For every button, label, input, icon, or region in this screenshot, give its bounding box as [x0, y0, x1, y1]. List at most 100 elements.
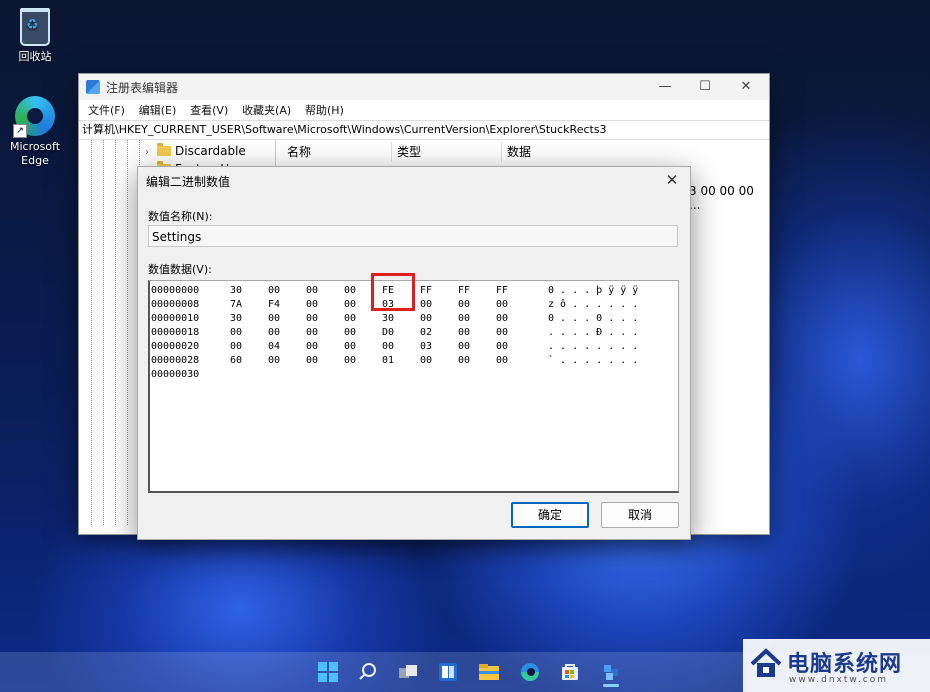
hex-byte[interactable]: 30	[382, 312, 394, 326]
hex-byte[interactable]: 00	[496, 312, 508, 326]
menu-edit[interactable]: 编辑(E)	[134, 100, 182, 120]
hex-byte[interactable]: 01	[382, 354, 394, 368]
hex-byte[interactable]: 00	[458, 326, 470, 340]
menu-file[interactable]: 文件(F)	[83, 100, 130, 120]
hex-byte[interactable]: 60	[230, 354, 242, 368]
hex-byte[interactable]: 00	[458, 354, 470, 368]
hex-offset: 00000010	[151, 313, 200, 324]
ok-button[interactable]: 确定	[511, 502, 589, 528]
hex-ascii: z ô . . . . . .	[548, 299, 639, 310]
hex-offset: 00000028	[151, 355, 200, 366]
hex-byte[interactable]: 00	[420, 354, 432, 368]
close-button[interactable]: ✕	[726, 76, 766, 98]
hex-offset: 00000000	[151, 285, 200, 296]
maximize-button[interactable]: ☐	[685, 76, 725, 98]
dialog-title: 编辑二进制数值	[146, 175, 231, 189]
value-name-field[interactable]: Settings	[148, 225, 678, 247]
hex-byte[interactable]: 00	[496, 298, 508, 312]
recycle-bin-icon	[20, 8, 50, 46]
hex-byte[interactable]: FF	[420, 284, 432, 298]
tree-guide-line	[127, 140, 128, 525]
highlight-box	[371, 273, 415, 311]
hex-byte[interactable]: 03	[420, 340, 432, 354]
hex-byte[interactable]: 00	[268, 284, 280, 298]
file-explorer-icon[interactable]	[478, 662, 499, 682]
start-icon[interactable]	[318, 662, 338, 682]
hex-byte[interactable]: 7A	[230, 298, 242, 312]
hex-byte[interactable]: 00	[306, 326, 318, 340]
edge-icon[interactable]	[520, 662, 540, 682]
hex-byte[interactable]: 00	[306, 340, 318, 354]
hex-byte[interactable]: 00	[230, 326, 242, 340]
hex-byte[interactable]: 02	[420, 326, 432, 340]
hex-byte[interactable]: FF	[458, 284, 470, 298]
folder-icon	[157, 143, 171, 156]
hex-byte[interactable]: 00	[344, 312, 356, 326]
hex-byte[interactable]: 30	[230, 284, 242, 298]
search-icon[interactable]	[358, 662, 378, 682]
hex-byte[interactable]: 00	[458, 298, 470, 312]
hex-byte[interactable]: 00	[344, 298, 356, 312]
hex-editor[interactable]: 00000000 30 00 00 00 FE FF FF FF 0 . . . þ ÿ ÿ ÿ0…	[148, 280, 679, 493]
hex-byte[interactable]: 00	[496, 354, 508, 368]
hex-byte[interactable]: 00	[496, 326, 508, 340]
hex-ascii: ` . . . . . . .	[548, 355, 639, 366]
hex-byte[interactable]: 00	[268, 354, 280, 368]
edit-binary-value-dialog: 编辑二进制数值 ✕ 数值名称(N): Settings 数值数据(V): 000…	[137, 166, 691, 540]
address-bar[interactable]: 计算机\HKEY_CURRENT_USER\Software\Microsoft…	[79, 120, 769, 140]
tree-item-label: Discardable	[175, 144, 246, 158]
menu-help[interactable]: 帮助(H)	[300, 100, 349, 120]
cancel-button[interactable]: 取消	[601, 502, 679, 528]
desktop-icon-recycle-bin[interactable]: 回收站	[5, 8, 65, 64]
hex-byte[interactable]: 00	[420, 298, 432, 312]
hex-byte[interactable]: 00	[458, 312, 470, 326]
desktop-icon-edge[interactable]: ↗ Microsoft Edge	[5, 96, 65, 168]
value-list-header: 名称 类型 数据	[279, 142, 767, 162]
hex-byte[interactable]: 00	[496, 340, 508, 354]
hex-byte[interactable]: 00	[268, 312, 280, 326]
column-header-data[interactable]: 数据	[499, 142, 747, 162]
desktop-icon-label: 回收站	[18, 50, 52, 63]
column-header-type[interactable]: 类型	[389, 142, 502, 162]
tree-guide-line	[103, 140, 104, 525]
hex-byte[interactable]: 00	[268, 326, 280, 340]
tree-item-discardable[interactable]: › Discardable	[145, 142, 246, 160]
hex-byte[interactable]: 00	[344, 326, 356, 340]
value-name-label: 数值名称(N):	[148, 210, 213, 223]
value-data-label: 数值数据(V):	[148, 263, 212, 276]
regedit-icon[interactable]	[601, 662, 621, 682]
hex-byte[interactable]: 00	[458, 340, 470, 354]
hex-byte[interactable]: 00	[420, 312, 432, 326]
hex-byte[interactable]: 00	[344, 340, 356, 354]
menu-favorites[interactable]: 收藏夹(A)	[237, 100, 296, 120]
menu-view[interactable]: 查看(V)	[185, 100, 233, 120]
hex-byte[interactable]: 30	[230, 312, 242, 326]
watermark: 电脑系统网 www.dnxtw.com	[743, 639, 930, 692]
active-app-indicator	[603, 684, 619, 687]
value-data-cell: 3 00 00 00 ...	[689, 184, 754, 212]
hex-byte[interactable]: 00	[306, 354, 318, 368]
minimize-button[interactable]: —	[645, 76, 685, 98]
desktop-icon-label: Microsoft Edge	[9, 140, 61, 167]
widgets-icon[interactable]	[438, 662, 458, 682]
hex-byte[interactable]: 00	[230, 340, 242, 354]
hex-byte[interactable]: 00	[344, 354, 356, 368]
dialog-close-button[interactable]: ✕	[660, 169, 684, 191]
hex-offset: 00000018	[151, 327, 200, 338]
hex-byte[interactable]: F4	[268, 298, 280, 312]
hex-byte[interactable]: 00	[382, 340, 394, 354]
hex-ascii: . . . . . . . .	[548, 341, 639, 352]
hex-byte[interactable]: 00	[306, 312, 318, 326]
hex-byte[interactable]: D0	[382, 326, 394, 340]
task-view-icon[interactable]	[398, 662, 418, 682]
hex-byte[interactable]: 04	[268, 340, 280, 354]
hex-offset: 00000030	[151, 369, 200, 380]
hex-byte[interactable]: 00	[306, 298, 318, 312]
hex-byte[interactable]: 00	[344, 284, 356, 298]
hex-byte[interactable]: 00	[306, 284, 318, 298]
column-header-name[interactable]: 名称	[279, 142, 392, 162]
store-icon[interactable]	[560, 662, 580, 682]
hex-ascii: . . . . Ð . . .	[548, 327, 639, 338]
house-logo-icon	[749, 647, 783, 681]
hex-byte[interactable]: FF	[496, 284, 508, 298]
